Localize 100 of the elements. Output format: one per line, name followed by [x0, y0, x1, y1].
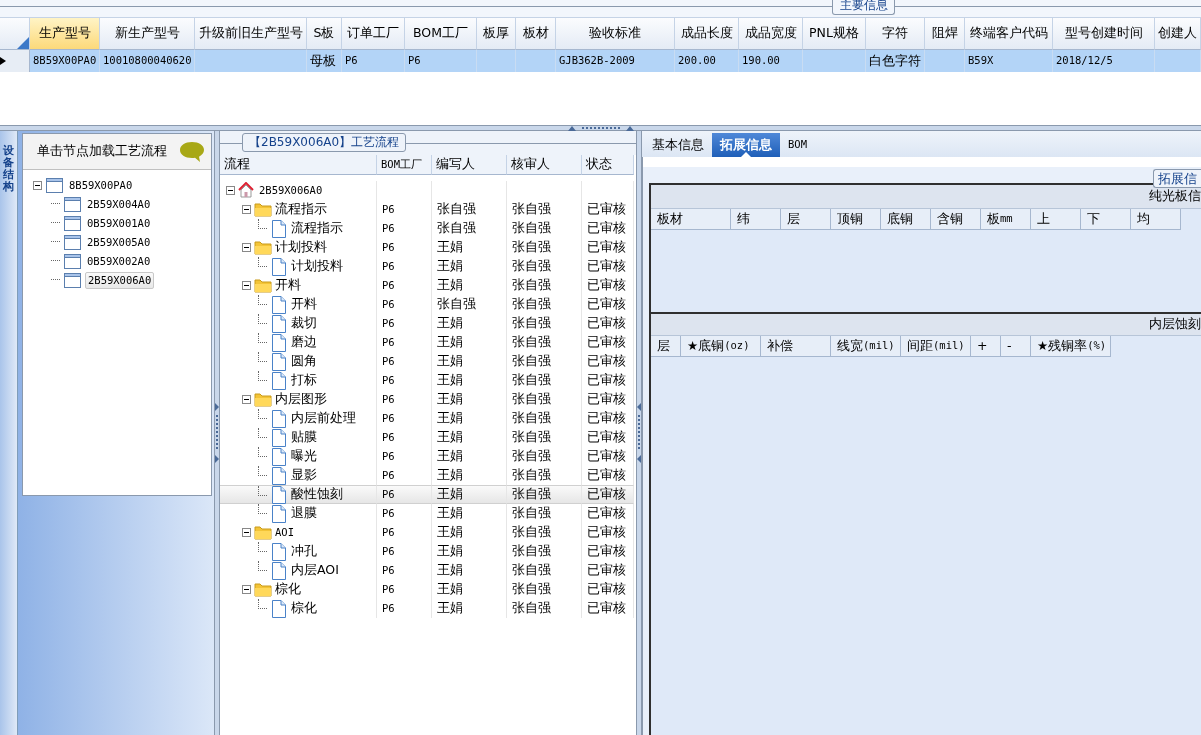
column-header[interactable]: 编写人 — [432, 155, 507, 175]
tree-item[interactable]: 内层AOI — [291, 561, 339, 580]
collapse-icon[interactable] — [242, 243, 251, 252]
column-header[interactable]: 状态 — [582, 155, 634, 175]
tree-item[interactable]: 退膜 — [291, 504, 317, 523]
table-cell: P6 — [377, 504, 432, 523]
column-header[interactable]: 成品宽度 — [739, 18, 803, 50]
column-header[interactable]: ★底铜(oz) — [681, 336, 761, 357]
tree-item[interactable]: 内层前处理 — [291, 409, 356, 428]
tree-item[interactable]: 显影 — [291, 466, 317, 485]
tree-item[interactable]: 圆角 — [291, 352, 317, 371]
tree-item[interactable]: 裁切 — [291, 314, 317, 333]
tree-item[interactable]: 0B59X001A0 — [85, 215, 153, 232]
column-header[interactable]: 流程 — [220, 155, 377, 175]
table-cell: 已审核 — [582, 257, 634, 276]
tree-item[interactable]: 开料 — [291, 295, 317, 314]
tree-item[interactable]: 贴膜 — [291, 428, 317, 447]
tree-item[interactable]: 内层图形 — [275, 390, 327, 409]
collapse-icon[interactable] — [242, 205, 251, 214]
tree-item[interactable]: 流程指示 — [291, 219, 343, 238]
tree-item[interactable]: AOI — [275, 524, 294, 541]
column-header[interactable]: 顶铜 — [831, 209, 881, 230]
column-header[interactable]: 含铜 — [931, 209, 981, 230]
document-icon — [270, 485, 288, 504]
column-header[interactable]: PNL规格 — [803, 18, 866, 50]
column-header[interactable]: 板mm — [981, 209, 1031, 230]
column-header[interactable]: + — [971, 336, 1001, 357]
tab[interactable]: 基本信息 — [644, 133, 712, 157]
table-cell: P6 — [377, 200, 432, 219]
column-header[interactable]: 纬 — [731, 209, 781, 230]
column-header[interactable]: 上 — [1031, 209, 1081, 230]
table-cell — [516, 50, 556, 72]
tab[interactable]: BOM — [780, 133, 815, 157]
collapse-icon[interactable] — [242, 528, 251, 537]
column-header[interactable]: 生产型号 — [30, 18, 100, 50]
tree-item[interactable]: 磨边 — [291, 333, 317, 352]
table-cell: P6 — [377, 409, 432, 428]
tree-item[interactable]: 2B59X006A0 — [85, 271, 155, 290]
tree-item[interactable]: 8B59X00PA0 — [67, 177, 135, 194]
column-header[interactable]: 间距(mil) — [901, 336, 971, 357]
column-header[interactable]: 新生产型号 — [100, 18, 195, 50]
table-cell: 已审核 — [582, 409, 634, 428]
splitter-grip-icon[interactable] — [215, 403, 219, 463]
splitter-grip-icon[interactable] — [637, 403, 641, 463]
column-header[interactable]: 阻焊 — [925, 18, 965, 50]
column-header[interactable]: 型号创建时间 — [1053, 18, 1155, 50]
tree-item[interactable]: 0B59X002A0 — [85, 253, 153, 270]
tree-item[interactable]: 冲孔 — [291, 542, 317, 561]
column-header[interactable]: 层 — [651, 336, 681, 357]
column-header[interactable]: 均 — [1131, 209, 1181, 230]
column-header[interactable]: 升级前旧生产型号 — [195, 18, 307, 50]
folder-icon — [254, 523, 272, 542]
tree-item[interactable]: 计划投料 — [275, 238, 327, 257]
tree-item[interactable]: 打标 — [291, 371, 317, 390]
tree-item[interactable]: 计划投料 — [291, 257, 343, 276]
tab[interactable]: 拓展信息 — [712, 133, 780, 157]
column-header[interactable]: 订单工厂 — [342, 18, 405, 50]
column-header[interactable]: 板厚 — [477, 18, 516, 50]
column-header[interactable]: 线宽(mil) — [831, 336, 901, 357]
column-header[interactable]: 验收标准 — [556, 18, 675, 50]
tree-item[interactable]: 棕化 — [291, 599, 317, 618]
column-header[interactable]: BOM工厂 — [405, 18, 477, 50]
tree-item[interactable]: 2B59X005A0 — [85, 234, 153, 251]
column-header[interactable]: 板材 — [516, 18, 556, 50]
column-header[interactable]: 下 — [1081, 209, 1131, 230]
table-cell: 已审核 — [582, 219, 634, 238]
collapse-icon[interactable] — [33, 181, 42, 190]
splitter-grip-icon[interactable] — [565, 125, 636, 131]
column-header[interactable]: 终端客户代码 — [965, 18, 1053, 50]
table-cell: 王娟 — [432, 428, 507, 447]
tree-item[interactable]: 2B59X006A0 — [259, 182, 323, 199]
column-header[interactable]: 板材 — [651, 209, 731, 230]
table-cell: 张自强 — [507, 542, 582, 561]
column-header[interactable]: 补偿 — [761, 336, 831, 357]
window-icon — [64, 273, 81, 288]
column-header[interactable]: 字符 — [866, 18, 925, 50]
column-header[interactable]: 层 — [781, 209, 831, 230]
column-header[interactable]: 成品长度 — [675, 18, 739, 50]
column-header[interactable]: S板 — [307, 18, 342, 50]
table-cell: 已审核 — [582, 333, 634, 352]
column-header[interactable]: 创建人 — [1155, 18, 1201, 50]
column-header[interactable]: 底铜 — [881, 209, 931, 230]
collapse-icon[interactable] — [226, 186, 235, 195]
tree-item[interactable]: 流程指示 — [275, 200, 327, 219]
column-header[interactable]: 核审人 — [507, 155, 582, 175]
table-cell: 白色字符 — [866, 50, 925, 72]
table-cell: 已审核 — [582, 599, 634, 618]
table-cell: 张自强 — [507, 219, 582, 238]
table-cell: 张自强 — [507, 561, 582, 580]
collapse-icon[interactable] — [242, 395, 251, 404]
tree-item[interactable]: 开料 — [275, 276, 301, 295]
column-header[interactable]: BOM工厂 — [377, 155, 432, 175]
collapse-icon[interactable] — [242, 281, 251, 290]
tree-item[interactable]: 棕化 — [275, 580, 301, 599]
collapse-icon[interactable] — [242, 585, 251, 594]
tree-item[interactable]: 2B59X004A0 — [85, 196, 153, 213]
tree-item[interactable]: 曝光 — [291, 447, 317, 466]
column-header[interactable]: ★残铜率(%) — [1031, 336, 1111, 357]
document-icon — [270, 542, 288, 561]
column-header[interactable]: - — [1001, 336, 1031, 357]
